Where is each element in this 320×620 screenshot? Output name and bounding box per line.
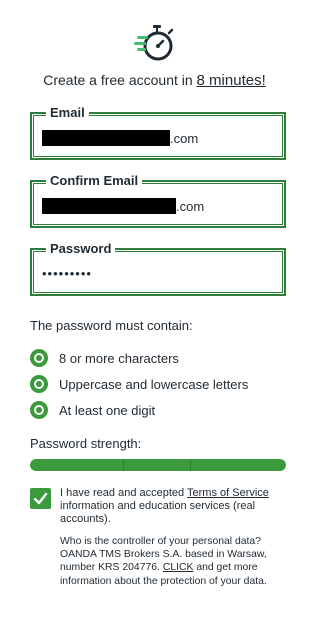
privacy-click-link[interactable]: CLICK <box>163 562 194 573</box>
password-strength-fill <box>30 459 286 471</box>
email-field[interactable]: Email .com <box>30 105 286 160</box>
password-strength-label: Password strength: <box>30 436 142 451</box>
confirm-email-label: Confirm Email <box>46 173 143 188</box>
terms-text-prefix: I have read and accepted <box>60 487 188 499</box>
password-field[interactable]: Password ••••••••• <box>30 241 286 296</box>
confirm-email-value: .com <box>42 198 204 214</box>
requirement-label: 8 or more characters <box>59 350 179 366</box>
confirm-email-field[interactable]: Confirm Email .com <box>30 173 286 228</box>
requirement-length: 8 or more characters <box>30 349 179 367</box>
confirm-email-redaction <box>42 198 176 214</box>
password-strength-meter <box>30 459 286 471</box>
password-value: ••••••••• <box>42 266 92 281</box>
terms-consent-text: I have read and accepted Terms of Servic… <box>60 487 290 526</box>
email-redaction <box>42 130 170 146</box>
terms-text-suffix: information and education services (real… <box>60 500 256 525</box>
email-value-suffix: .com <box>170 130 199 146</box>
password-label: Password <box>46 241 116 256</box>
terms-of-service-link[interactable]: Terms of Service <box>187 487 269 499</box>
email-label: Email <box>46 105 89 120</box>
requirement-met-icon <box>30 401 48 419</box>
email-value: .com <box>42 130 198 146</box>
strength-segment-divider <box>123 459 124 471</box>
requirement-met-icon <box>30 349 48 367</box>
password-masked-value: ••••••••• <box>42 266 92 281</box>
strength-segment-divider <box>190 459 191 471</box>
terms-checkbox[interactable] <box>30 488 51 509</box>
requirement-digit: At least one digit <box>30 401 155 419</box>
password-requirements-title: The password must contain: <box>30 318 193 333</box>
signup-headline: Create a free account in 8 minutes! <box>0 72 309 89</box>
headline-minutes: 8 minutes! <box>196 72 266 89</box>
requirement-label: Uppercase and lowercase letters <box>59 376 249 392</box>
requirement-case: Uppercase and lowercase letters <box>30 375 248 393</box>
requirement-met-icon <box>30 375 48 393</box>
requirement-label: At least one digit <box>59 402 156 418</box>
stopwatch-logo-icon <box>133 24 179 64</box>
confirm-email-value-suffix: .com <box>176 198 205 214</box>
privacy-notice: Who is the controller of your personal d… <box>60 535 290 588</box>
headline-prefix: Create a free account in <box>43 72 197 88</box>
checkmark-icon <box>33 492 48 505</box>
